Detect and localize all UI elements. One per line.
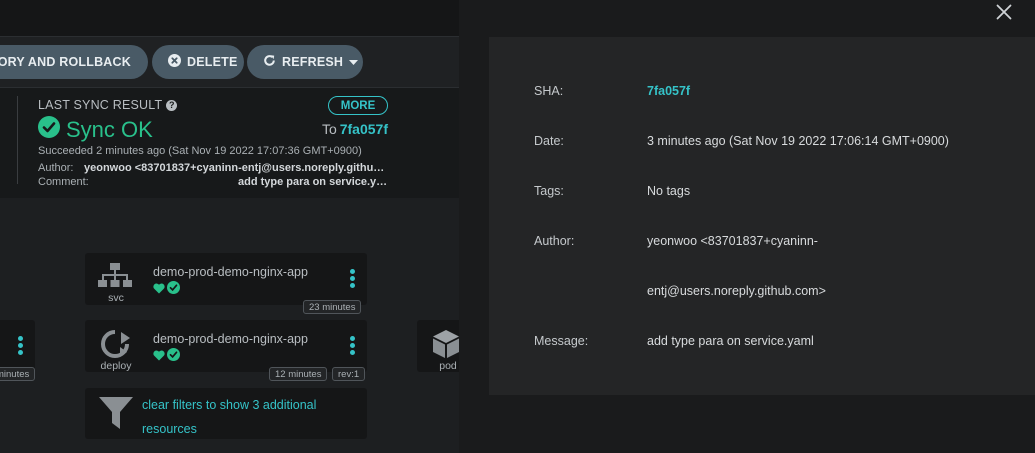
deploy-icon: [99, 329, 131, 364]
message-label: Message:: [534, 334, 589, 348]
delete-button[interactable]: DELETE: [152, 45, 244, 79]
node-revision-badge: rev:1: [332, 367, 366, 381]
cube-icon: [432, 329, 460, 364]
chevron-down-icon[interactable]: [349, 55, 359, 69]
clear-filters-node[interactable]: clear filters to show 3 additional resou…: [85, 388, 367, 439]
delete-button-label: DELETE: [187, 55, 238, 69]
node-age-badge: minutes: [0, 367, 36, 381]
refresh-icon: [263, 54, 276, 70]
tags-label: Tags:: [534, 184, 564, 198]
sync-succeeded-text: Succeeded 2 minutes ago (Sat Nov 19 2022…: [38, 145, 362, 157]
resource-node-partial-left[interactable]: minutes: [0, 320, 36, 381]
resource-node-svc[interactable]: svc demo-prod-demo-nginx-app 23 minutes: [85, 253, 367, 314]
node-kind-label: deploy: [100, 360, 132, 372]
author-value-line1: yeonwoo <83701837+cyaninn-: [647, 234, 818, 248]
sync-comment-row: Comment: add type para on service.yaml: [38, 176, 388, 188]
node-status-icons: [153, 348, 180, 366]
heart-icon: [153, 348, 165, 366]
history-and-rollback-button[interactable]: HISTORY AND ROLLBACK: [0, 45, 148, 79]
date-value: 3 minutes ago (Sat Nov 19 2022 17:06:14 …: [647, 134, 949, 148]
check-circle-icon: [167, 281, 180, 299]
date-label: Date:: [534, 134, 564, 148]
network-icon: [98, 263, 132, 294]
sync-author-value: yeonwoo <83701837+cyaninn-entj@users.nor…: [84, 162, 388, 174]
node-kind-label: svc: [108, 292, 124, 304]
sync-target: To 7fa057f: [322, 121, 388, 137]
top-bar: [0, 0, 460, 37]
filter-icon: [99, 397, 133, 436]
sync-status-text: Sync OK: [66, 117, 153, 142]
check-circle-icon: [167, 348, 180, 366]
sync-author-row: Author: yeonwoo <83701837+cyaninn-entj@u…: [38, 162, 388, 174]
refresh-button-label: REFRESH: [282, 55, 344, 69]
node-name: demo-prod-demo-nginx-app: [153, 332, 308, 346]
node-status-icons: [153, 281, 180, 299]
sync-to-prefix: To: [321, 121, 337, 137]
sync-status: Sync OK: [38, 116, 153, 144]
node-menu-icon[interactable]: [349, 336, 355, 355]
refresh-button[interactable]: REFRESH: [247, 45, 363, 79]
action-toolbar: HISTORY AND ROLLBACK DELETE REFRESH: [0, 37, 460, 88]
app-window: HISTORY AND ROLLBACK DELETE REFRESH: [0, 0, 1035, 453]
sync-revision-link[interactable]: 7fa057f: [340, 121, 388, 137]
heart-icon: [153, 281, 165, 299]
revision-details-panel: SHA: 7fa057f Date: 3 minutes ago (Sat No…: [459, 0, 1035, 453]
last-sync-label: LAST SYNC RESULT: [38, 98, 163, 112]
sync-comment-label: Comment:: [38, 176, 89, 188]
delete-icon: [168, 54, 181, 70]
sha-label: SHA:: [534, 84, 564, 98]
node-menu-icon[interactable]: [349, 269, 355, 288]
divider: [17, 96, 18, 184]
history-button-label: HISTORY AND ROLLBACK: [0, 55, 131, 69]
tags-value: No tags: [647, 184, 691, 198]
check-circle-icon: [38, 116, 60, 144]
message-value: add type para on service.yaml: [647, 334, 814, 348]
sync-author-label: Author:: [38, 162, 74, 174]
clear-filters-link[interactable]: clear filters to show 3 additional resou…: [142, 393, 347, 441]
last-sync-heading: LAST SYNC RESULT ?: [38, 98, 178, 112]
author-value-line2: entj@users.noreply.github.com>: [647, 284, 826, 298]
sync-comment-value: add type para on service.yaml: [238, 176, 388, 188]
resource-node-deploy[interactable]: deploy demo-prod-demo-nginx-app 12 minut…: [85, 320, 367, 381]
author-label: Author:: [534, 234, 575, 248]
node-age-badge: 12 minutes: [269, 367, 328, 381]
sha-link[interactable]: 7fa057f: [647, 84, 690, 98]
node-age-badge: 23 minutes: [303, 300, 362, 314]
application-details-background: HISTORY AND ROLLBACK DELETE REFRESH: [0, 0, 477, 453]
more-button[interactable]: MORE: [328, 96, 388, 115]
question-icon[interactable]: ?: [166, 99, 178, 111]
node-menu-icon[interactable]: [17, 336, 23, 355]
last-sync-result-panel: LAST SYNC RESULT ? MORE Sync OK To 7fa057…: [0, 88, 460, 198]
node-name: demo-prod-demo-nginx-app: [153, 265, 308, 279]
close-icon[interactable]: [995, 3, 1013, 21]
revision-info-card: SHA: 7fa057f Date: 3 minutes ago (Sat No…: [489, 37, 1035, 395]
